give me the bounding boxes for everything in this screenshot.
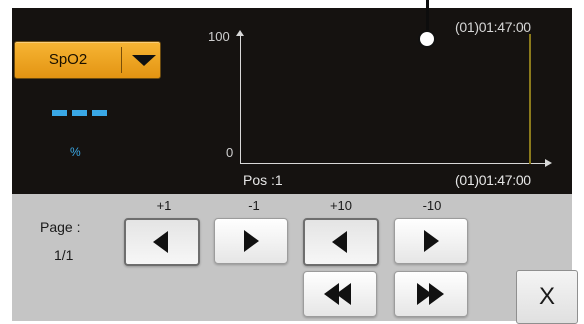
trend-panel — [12, 8, 572, 194]
double-arrow-right-icon — [429, 283, 444, 305]
double-arrow-left-icon — [336, 283, 351, 305]
step-plus1-label: +1 — [156, 198, 172, 213]
control-bar — [12, 194, 572, 321]
selector-divider — [121, 47, 122, 73]
chevron-down-icon[interactable] — [132, 55, 156, 66]
arrow-left-icon — [332, 231, 347, 253]
page-title: Page : — [40, 219, 81, 235]
y-axis-min-label: 0 — [226, 145, 234, 160]
step-plus10-button[interactable] — [303, 218, 379, 266]
arrow-left-icon — [153, 231, 168, 253]
step-minus1-button[interactable] — [214, 218, 288, 264]
arrow-right-icon — [244, 230, 259, 252]
end-time-label: (01)01:47:00 — [455, 172, 531, 188]
y-axis-max-label: 100 — [208, 29, 230, 44]
page-next-button[interactable] — [394, 271, 468, 317]
cursor-time-label: (01)01:47:00 — [455, 19, 531, 35]
step-plus1-button[interactable] — [124, 218, 200, 266]
x-axis-arrow-icon — [545, 159, 552, 167]
page-value: 1/1 — [54, 247, 74, 263]
parameter-selector[interactable]: SpO2 — [14, 41, 161, 79]
value-dash — [52, 110, 67, 116]
step-minus10-label: -10 — [422, 198, 442, 213]
trend-cursor-line[interactable] — [529, 34, 531, 164]
y-axis-arrow-icon — [236, 30, 244, 36]
close-button[interactable]: X — [516, 270, 578, 324]
arrow-right-icon — [424, 230, 439, 252]
value-dash — [72, 110, 87, 116]
step-plus10-label: +10 — [329, 198, 353, 213]
step-minus10-button[interactable] — [394, 218, 468, 264]
pointer-dot-icon — [418, 30, 436, 48]
parameter-unit: % — [70, 145, 81, 159]
x-axis-line — [240, 163, 546, 164]
page-previous-button[interactable] — [303, 271, 377, 317]
position-label: Pos :1 — [243, 172, 283, 188]
value-dash — [92, 110, 107, 116]
y-axis-line — [240, 34, 241, 164]
parameter-value-dashes — [52, 110, 108, 117]
parameter-selector-label: SpO2 — [48, 51, 88, 68]
step-minus1-label: -1 — [248, 198, 260, 213]
trend-review-screen: SpO2 % 100 0 (01)01:47:00 (01)01:47:00 P… — [0, 0, 584, 324]
